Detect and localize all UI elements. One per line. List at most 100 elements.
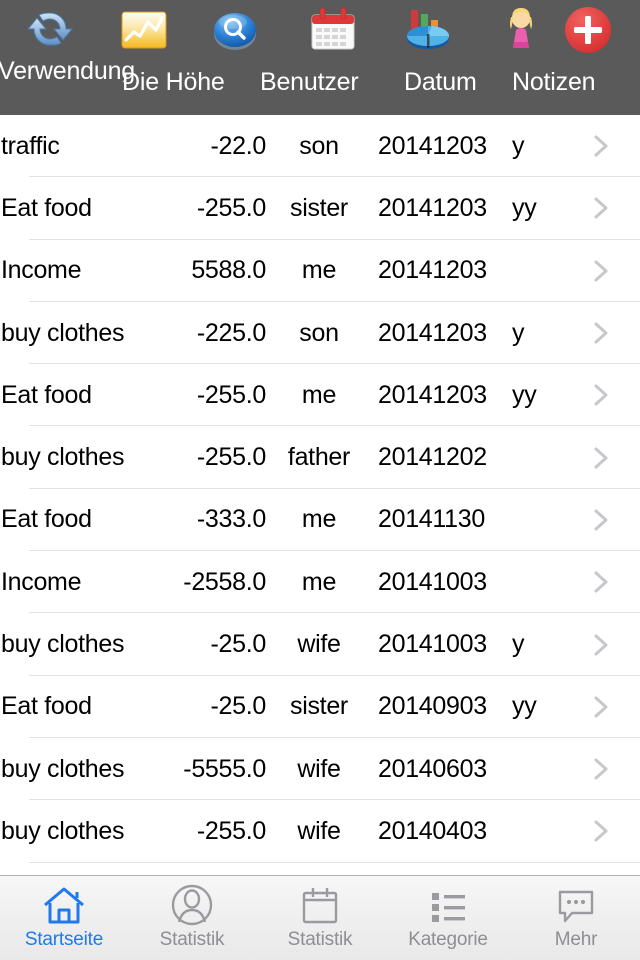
table-row[interactable]: buy clothes -255.0 father 20141202 bbox=[0, 426, 640, 490]
cell-notes: y bbox=[512, 318, 525, 347]
tab-label: Mehr bbox=[554, 929, 598, 950]
chevron-right-icon[interactable] bbox=[588, 818, 614, 844]
cell-user: son bbox=[299, 131, 339, 160]
cell-user: me bbox=[301, 505, 337, 534]
column-header-usage[interactable]: Verwendung bbox=[0, 57, 135, 85]
cell-date: 20140603 bbox=[378, 754, 487, 783]
cell-user: father bbox=[287, 443, 351, 472]
cell-user: sister bbox=[290, 692, 348, 721]
cell-date: 20141203 bbox=[378, 380, 487, 409]
cell-amount: -255.0 bbox=[196, 380, 266, 409]
cell-amount: -22.0 bbox=[210, 131, 267, 160]
bottom-tab-bar: Startseite Statistik Statistik Kategorie Meh… bbox=[0, 875, 640, 960]
cell-date: 20140403 bbox=[378, 816, 487, 845]
cell-amount: -25.0 bbox=[210, 630, 267, 659]
table-row[interactable]: buy clothes -25.0 wife 20141003 y bbox=[0, 613, 640, 676]
table-row[interactable]: Income 5588.0 me 20141203 bbox=[0, 239, 640, 303]
calendar-icon bbox=[294, 882, 346, 928]
table-row[interactable]: buy clothes -5555.0 wife 20140603 bbox=[0, 737, 640, 801]
cell-usage: Eat food bbox=[1, 193, 92, 222]
table-row[interactable]: Eat food -255.0 me 20141203 yy bbox=[0, 364, 640, 427]
cell-usage: Income bbox=[1, 567, 82, 596]
cell-notes: yy bbox=[512, 692, 537, 721]
cell-amount: -5555.0 bbox=[183, 754, 266, 783]
cell-amount: -333.0 bbox=[196, 505, 266, 534]
column-header-notes[interactable]: Notizen bbox=[512, 68, 632, 96]
tab-label: Kategorie bbox=[408, 929, 488, 950]
tab-mehr-4[interactable]: Mehr bbox=[512, 876, 640, 960]
cell-usage: traffic bbox=[1, 131, 60, 160]
more-chat-icon bbox=[550, 882, 602, 928]
cell-usage: Income bbox=[1, 256, 82, 285]
cell-user: me bbox=[301, 380, 337, 409]
calendar-icon[interactable] bbox=[307, 4, 359, 56]
cell-notes: y bbox=[512, 131, 525, 160]
cell-date: 20141203 bbox=[378, 318, 487, 347]
chevron-right-icon[interactable] bbox=[588, 195, 614, 221]
cell-amount: -225.0 bbox=[196, 318, 266, 347]
cell-usage: Eat food bbox=[1, 692, 92, 721]
refresh-icon[interactable] bbox=[24, 4, 76, 56]
column-header-user[interactable]: Benutzer bbox=[260, 68, 390, 96]
table-row[interactable]: Eat food -255.0 sister 20141203 yy bbox=[0, 177, 640, 240]
tab-kategorie-3[interactable]: Kategorie bbox=[384, 876, 512, 960]
chevron-right-icon[interactable] bbox=[588, 694, 614, 720]
user-girl-icon[interactable] bbox=[495, 4, 547, 56]
cell-date: 20140903 bbox=[378, 692, 487, 721]
cell-date: 20141130 bbox=[378, 505, 485, 534]
chevron-right-icon[interactable] bbox=[588, 632, 614, 658]
cell-amount: -255.0 bbox=[196, 816, 266, 845]
cell-usage: buy clothes bbox=[1, 630, 125, 659]
cell-amount: 5588.0 bbox=[191, 256, 266, 285]
chevron-right-icon[interactable] bbox=[588, 382, 614, 408]
transaction-list[interactable]: traffic -22.0 son 20141203 y Eat food -255.0 si… bbox=[0, 115, 640, 875]
add-icon[interactable] bbox=[562, 4, 614, 56]
cell-date: 20141203 bbox=[378, 193, 487, 222]
column-header-amount[interactable]: Die Höhe bbox=[122, 68, 262, 96]
cell-amount: -255.0 bbox=[196, 443, 266, 472]
cell-usage: buy clothes bbox=[1, 318, 125, 347]
cell-notes: yy bbox=[512, 380, 537, 409]
table-row[interactable]: buy clothes -255.0 wife 20140403 bbox=[0, 800, 640, 863]
tab-startseite-0[interactable]: Startseite bbox=[0, 876, 128, 960]
cell-user: me bbox=[301, 567, 337, 596]
list-icon bbox=[422, 882, 474, 928]
header-icon-row bbox=[0, 0, 640, 60]
table-row[interactable]: Income -2558.0 me 20141003 bbox=[0, 551, 640, 614]
cell-date: 20141203 bbox=[378, 256, 487, 285]
cell-date: 20141202 bbox=[378, 443, 487, 472]
cell-date: 20141003 bbox=[378, 567, 487, 596]
table-row[interactable]: traffic -22.0 son 20141203 y bbox=[0, 115, 640, 178]
chevron-right-icon[interactable] bbox=[588, 133, 614, 159]
cell-usage: buy clothes bbox=[1, 816, 125, 845]
cell-user: sister bbox=[290, 193, 348, 222]
tab-statistik-1[interactable]: Statistik bbox=[128, 876, 256, 960]
chart-icon[interactable] bbox=[118, 4, 170, 56]
chevron-right-icon[interactable] bbox=[588, 756, 614, 782]
chevron-right-icon[interactable] bbox=[588, 445, 614, 471]
chevron-right-icon[interactable] bbox=[588, 320, 614, 346]
cell-amount: -2558.0 bbox=[183, 567, 266, 596]
table-header-bar: Verwendung Die Höhe Benutzer Datum Notiz… bbox=[0, 0, 640, 115]
table-row[interactable]: buy clothes -225.0 son 20141203 y bbox=[0, 301, 640, 365]
pie-chart-icon[interactable] bbox=[402, 4, 454, 56]
chevron-right-icon[interactable] bbox=[588, 507, 614, 533]
cell-user: wife bbox=[297, 754, 341, 783]
home-icon bbox=[38, 882, 90, 928]
table-row[interactable]: Eat food -333.0 me 20141130 bbox=[0, 488, 640, 552]
cell-user: wife bbox=[297, 630, 341, 659]
tab-label: Statistik bbox=[159, 929, 225, 950]
tab-statistik-2[interactable]: Statistik bbox=[256, 876, 384, 960]
column-header-date[interactable]: Datum bbox=[404, 68, 514, 96]
app-root: Verwendung Die Höhe Benutzer Datum Notiz… bbox=[0, 0, 640, 960]
chevron-right-icon[interactable] bbox=[588, 258, 614, 284]
search-icon[interactable] bbox=[209, 4, 261, 56]
table-row[interactable]: Eat food -25.0 sister 20140903 yy bbox=[0, 675, 640, 739]
person-icon bbox=[166, 882, 218, 928]
chevron-right-icon[interactable] bbox=[588, 569, 614, 595]
cell-user: son bbox=[299, 318, 339, 347]
cell-amount: -255.0 bbox=[196, 193, 266, 222]
cell-usage: buy clothes bbox=[1, 443, 125, 472]
cell-date: 20141203 bbox=[378, 131, 487, 160]
cell-usage: buy clothes bbox=[1, 754, 125, 783]
